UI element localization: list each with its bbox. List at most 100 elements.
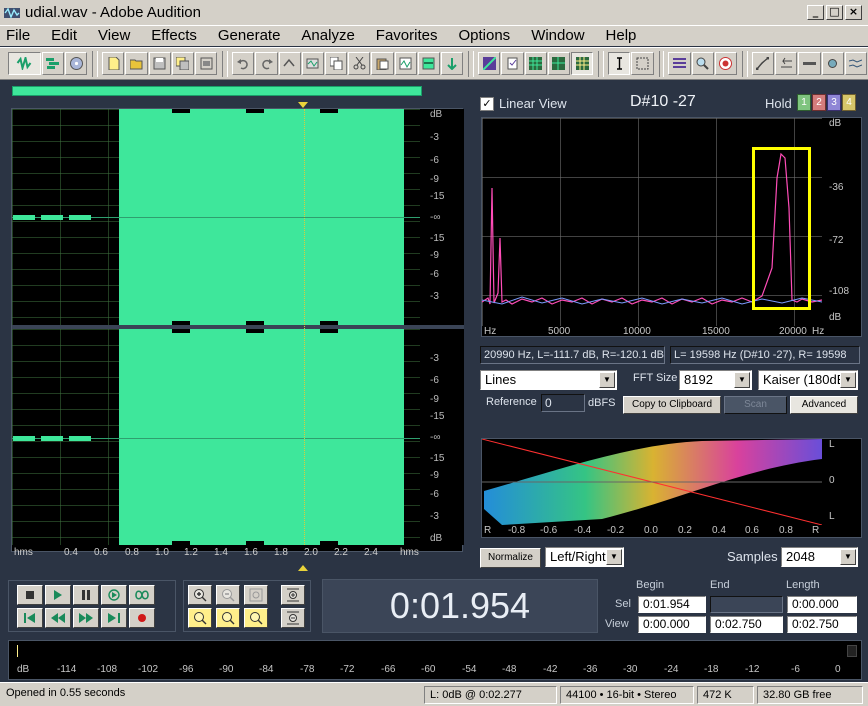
cursor-bottom-marker[interactable]	[298, 565, 308, 571]
info-button[interactable]	[668, 52, 691, 75]
close-button[interactable]: ×	[845, 5, 862, 20]
grid-button[interactable]	[524, 52, 547, 75]
chevron-down-icon[interactable]: ▼	[734, 372, 750, 388]
zoom-full-button[interactable]	[244, 585, 268, 605]
target-button[interactable]	[714, 52, 738, 75]
view-begin-field[interactable]: 0:00.000	[638, 616, 706, 633]
waveform-left-channel[interactable]	[12, 109, 420, 325]
go-to-end-button[interactable]	[101, 608, 127, 628]
selection-length-field[interactable]: 0:00.000	[787, 596, 857, 613]
analysis-button[interactable]	[691, 52, 714, 75]
zoom-out-button[interactable]	[216, 585, 240, 605]
zoom-out-vertical-button[interactable]	[281, 608, 305, 628]
undo-button[interactable]	[232, 52, 255, 75]
markers-button[interactable]	[501, 52, 524, 75]
go-to-start-button[interactable]	[17, 608, 43, 628]
chevron-down-icon[interactable]: ▼	[606, 549, 622, 565]
advanced-button[interactable]: Advanced	[790, 396, 858, 414]
paste-new-button[interactable]	[394, 52, 417, 75]
pause-button[interactable]	[73, 585, 99, 605]
reference-input[interactable]: 0	[541, 394, 585, 412]
view-end-field[interactable]: 0:02.750	[710, 616, 783, 633]
zoom-to-right-button[interactable]	[216, 608, 240, 628]
chevron-down-icon[interactable]: ▼	[599, 372, 615, 388]
waveform-right-channel[interactable]	[12, 329, 420, 545]
level-meter[interactable]: dB -114 -108 -102 -96 -90 -84 -78 -72 -6…	[8, 640, 862, 680]
phase-analysis-graph[interactable]: L 0 L R -0.8 -0.6 -0.4 -0.2 0.0 0.2 0.4 …	[481, 438, 862, 538]
menu-help[interactable]: Help	[606, 27, 637, 45]
effects-rack-button[interactable]	[821, 52, 844, 75]
time-ruler[interactable]: hms 0.4 0.6 0.8 1.0 1.2 1.4 1.6 1.8 2.0 …	[12, 545, 464, 563]
play-button[interactable]	[45, 585, 71, 605]
menu-edit[interactable]: Edit	[51, 27, 77, 45]
mix-paste-button[interactable]	[417, 52, 441, 75]
fft-size-select[interactable]: 8192 ▼	[679, 370, 752, 390]
menu-effects[interactable]: Effects	[151, 27, 197, 45]
fast-forward-button[interactable]	[73, 608, 99, 628]
cd-view-button[interactable]	[65, 52, 88, 75]
normalize-button[interactable]: Normalize	[480, 548, 541, 568]
redo-button[interactable]	[255, 52, 278, 75]
record-button[interactable]	[129, 608, 155, 628]
maximize-button[interactable]: □	[826, 5, 843, 20]
envelope-button[interactable]	[751, 52, 775, 75]
waveform-display[interactable]: dB -3 -6 -9 -15 -∞ -15 -9 -6 -3 -3 -6 -9…	[11, 108, 464, 558]
chevron-down-icon[interactable]: ▼	[840, 549, 856, 565]
menu-generate[interactable]: Generate	[218, 27, 281, 45]
view-length-field[interactable]: 0:02.750	[787, 616, 857, 633]
new-file-button[interactable]	[102, 52, 125, 75]
zoom-selection-button[interactable]	[244, 608, 268, 628]
scan-button[interactable]: Scan	[724, 396, 787, 414]
menu-view[interactable]: View	[98, 27, 130, 45]
linear-view-toggle[interactable]: ✓ Linear View	[480, 96, 567, 111]
zoom-to-left-button[interactable]	[188, 608, 212, 628]
hold-button-2[interactable]: 2	[812, 94, 826, 111]
silence-button[interactable]	[798, 52, 821, 75]
playback-cursor[interactable]	[304, 109, 305, 545]
menu-options[interactable]: Options	[458, 27, 510, 45]
reverse-button[interactable]	[775, 52, 798, 75]
repeat-button[interactable]	[278, 52, 301, 75]
linear-view-checkbox[interactable]: ✓	[480, 96, 494, 111]
hold-button-3[interactable]: 3	[827, 94, 841, 111]
menu-file[interactable]: File	[6, 27, 30, 45]
stop-button[interactable]	[17, 585, 43, 605]
hold-button-4[interactable]: 4	[842, 94, 856, 111]
minimize-button[interactable]: _	[807, 5, 824, 20]
copy-new-button[interactable]	[301, 52, 324, 75]
save-selection-button[interactable]	[194, 52, 218, 75]
save-button[interactable]	[148, 52, 171, 75]
copy-button[interactable]	[324, 52, 348, 75]
open-file-button[interactable]	[125, 52, 148, 75]
loop-button[interactable]	[129, 585, 155, 605]
chevron-down-icon[interactable]: ▼	[840, 372, 856, 388]
zoom-in-button[interactable]	[188, 585, 212, 605]
channel-mode-select[interactable]: Left/Right ▼	[545, 547, 624, 567]
noise-button[interactable]	[844, 52, 867, 75]
spectral-view-button[interactable]	[478, 52, 501, 75]
menu-favorites[interactable]: Favorites	[376, 27, 438, 45]
frequency-spectrum-graph[interactable]: dB -36 -72 -108 dB Hz 5000 10000 15000 2…	[481, 117, 862, 337]
overview-bar[interactable]	[12, 86, 422, 96]
play-to-end-button[interactable]	[101, 585, 127, 605]
rewind-button[interactable]	[45, 608, 71, 628]
copy-to-clipboard-button[interactable]: Copy to Clipboard	[623, 396, 721, 414]
trim-button[interactable]	[441, 52, 464, 75]
paste-button[interactable]	[371, 52, 394, 75]
selection-end-field[interactable]	[710, 596, 783, 613]
menu-window[interactable]: Window	[531, 27, 584, 45]
menu-analyze[interactable]: Analyze	[301, 27, 354, 45]
cut-button[interactable]	[348, 52, 371, 75]
time-selection-tool[interactable]	[608, 52, 631, 75]
zoom-in-vertical-button[interactable]	[281, 585, 305, 605]
frequency-analysis-button[interactable]	[570, 52, 594, 75]
multitrack-view-button[interactable]	[41, 52, 65, 75]
window-function-select[interactable]: Kaiser (180dB ▼	[758, 370, 858, 390]
selection-begin-field[interactable]: 0:01.954	[638, 596, 706, 613]
marquee-tool[interactable]	[631, 52, 654, 75]
samples-select[interactable]: 2048 ▼	[781, 547, 858, 567]
save-all-button[interactable]	[171, 52, 194, 75]
hold-button-1[interactable]: 1	[797, 94, 811, 111]
edit-view-button[interactable]	[8, 52, 41, 75]
grid-alt-button[interactable]	[547, 52, 570, 75]
